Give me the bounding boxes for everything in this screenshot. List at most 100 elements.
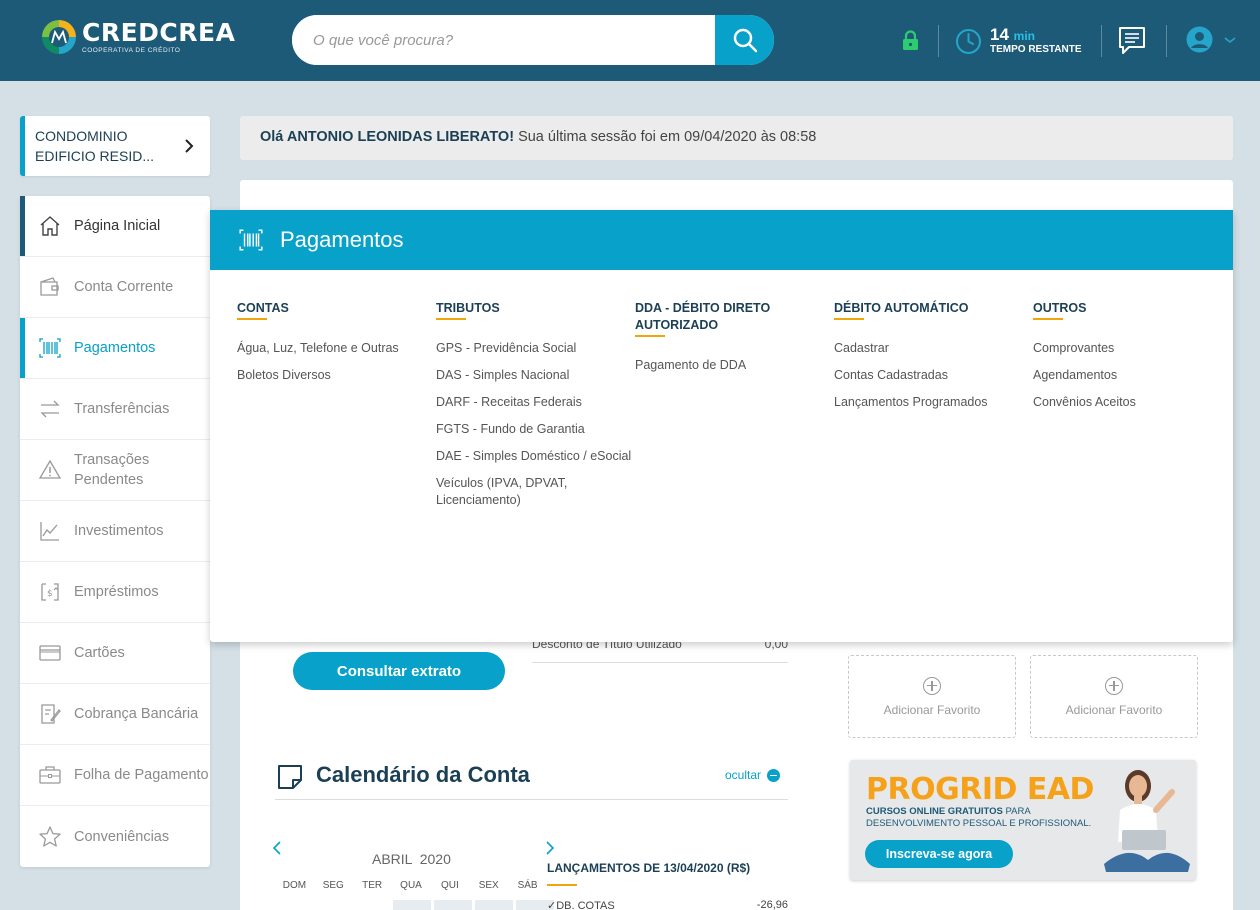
entries-title: LANÇAMENTOS DE 13/04/2020 (R$) bbox=[547, 861, 751, 875]
greeting-bar: Olá ANTONIO LEONIDAS LIBERATO! Sua últim… bbox=[240, 116, 1233, 160]
sidebar-item-transfers[interactable]: Transferências bbox=[20, 379, 210, 440]
entry-value: -26,96 bbox=[756, 899, 788, 910]
sidebar-item-checking-account[interactable]: Conta Corrente bbox=[20, 257, 210, 318]
messages-icon[interactable] bbox=[1117, 25, 1147, 61]
calendar-note-icon bbox=[278, 765, 302, 789]
menu-link[interactable]: Convênios Aceitos bbox=[1033, 394, 1233, 411]
menu-column-tributos: TRIBUTOS GPS - Previdência Social DAS - … bbox=[436, 300, 636, 519]
title-underline bbox=[635, 335, 665, 337]
entry-row: ✓DB. COTAS -26,96 bbox=[547, 899, 788, 910]
title-underline bbox=[834, 318, 864, 320]
column-title: TRIBUTOS bbox=[436, 301, 500, 315]
calendar-day-cell[interactable] bbox=[475, 900, 513, 910]
menu-link[interactable]: GPS - Previdência Social bbox=[436, 340, 636, 357]
menu-link[interactable]: Agendamentos bbox=[1033, 367, 1233, 384]
sidebar-item-pending-transactions[interactable]: Transações Pendentes bbox=[20, 440, 210, 501]
title-underline bbox=[1033, 318, 1063, 320]
sidebar-item-label: Empréstimos bbox=[74, 584, 159, 600]
session-timer: 14 min TEMPO RESTANTE bbox=[955, 26, 1082, 55]
loan-icon: $ bbox=[41, 583, 59, 601]
menu-link[interactable]: Veículos (IPVA, DPVAT, Licenciamento) bbox=[436, 475, 576, 509]
timer-unit: min bbox=[1013, 29, 1035, 43]
menu-link[interactable]: Lançamentos Programados bbox=[834, 394, 1034, 411]
warning-icon bbox=[38, 459, 62, 479]
chart-icon bbox=[40, 522, 59, 541]
menu-link[interactable]: Contas Cadastradas bbox=[834, 367, 1034, 384]
last-session-text: Sua última sessão foi em 09/04/2020 às 0… bbox=[514, 129, 817, 145]
next-month-button[interactable] bbox=[545, 840, 555, 861]
sidebar-item-label: Transações Pendentes bbox=[74, 452, 150, 488]
sidebar-item-label: Conveniências bbox=[74, 828, 170, 845]
search-button[interactable] bbox=[715, 15, 774, 65]
svg-text:$: $ bbox=[47, 589, 53, 599]
search-input[interactable] bbox=[292, 15, 715, 65]
brand-subtitle: COOPERATIVA DE CRÉDITO bbox=[82, 47, 181, 54]
user-menu[interactable] bbox=[1186, 26, 1237, 53]
banner-person-illustration bbox=[1104, 770, 1190, 872]
brand-logo[interactable]: CREDCREA COOPERATIVA DE CRÉDITO bbox=[42, 20, 235, 54]
add-favorite-label: Adicionar Favorito bbox=[883, 702, 981, 717]
logo-mark-icon bbox=[42, 20, 76, 54]
sidebar-item-payments[interactable]: Pagamentos bbox=[20, 318, 210, 379]
sidebar-item-label: Transferências bbox=[74, 401, 170, 417]
divider bbox=[275, 799, 788, 800]
menu-link[interactable]: Água, Luz, Telefone e Outras bbox=[237, 340, 437, 357]
lock-icon[interactable] bbox=[902, 30, 919, 56]
menu-link[interactable]: DAS - Simples Nacional bbox=[436, 367, 636, 384]
calendar-hide-toggle[interactable]: ocultar bbox=[725, 768, 781, 782]
sidebar-item-home[interactable]: Página Inicial bbox=[20, 196, 210, 257]
column-title: DDA - DÉBITO DIRETO AUTORIZADO bbox=[635, 301, 771, 332]
user-avatar-icon bbox=[1186, 26, 1213, 53]
menu-link[interactable]: DARF - Receitas Federais bbox=[436, 394, 636, 411]
banner-title: PROGRID EAD bbox=[866, 772, 1094, 807]
add-favorite-button[interactable]: Adicionar Favorito bbox=[848, 655, 1016, 738]
add-favorite-button[interactable]: Adicionar Favorito bbox=[1030, 655, 1198, 738]
calendar-weekdays: DOM SEG TER QUA QUI SEX SÁB bbox=[275, 880, 547, 891]
calendar-day-cell[interactable] bbox=[393, 900, 431, 910]
title-underline bbox=[436, 318, 466, 320]
calendar-hide-label: ocultar bbox=[725, 768, 762, 782]
menu-link[interactable]: Boletos Diversos bbox=[237, 367, 437, 384]
banner-subtitle: CURSOS ONLINE GRATUITOS PARA DESENVOLVIM… bbox=[866, 806, 1092, 829]
menu-link[interactable]: Pagamento de DDA bbox=[635, 357, 795, 374]
sidebar-item-cards[interactable]: Cartões bbox=[20, 623, 210, 684]
sidebar-item-loans[interactable]: $ Empréstimos bbox=[20, 562, 210, 623]
brand-name: CREDCREA bbox=[82, 18, 236, 47]
subscribe-button[interactable]: Inscreva-se agora bbox=[865, 840, 1013, 868]
menu-link[interactable]: FGTS - Fundo de Garantia bbox=[436, 421, 636, 438]
chevron-left-icon bbox=[272, 841, 281, 855]
sidebar-item-label: Investimentos bbox=[74, 523, 164, 539]
barcode-icon bbox=[239, 229, 263, 251]
weekday: DOM bbox=[282, 880, 307, 891]
menu-link[interactable]: Comprovantes bbox=[1033, 340, 1233, 357]
menu-column-debito-automatico: DÉBITO AUTOMÁTICO Cadastrar Contas Cadas… bbox=[834, 300, 1034, 421]
payments-mega-menu: Pagamentos CONTAS Água, Luz, Telefone e … bbox=[210, 210, 1233, 642]
minus-circle-icon bbox=[767, 768, 781, 782]
header-separator bbox=[1101, 25, 1102, 57]
menu-column-contas: CONTAS Água, Luz, Telefone e Outras Bole… bbox=[237, 300, 437, 394]
menu-column-outros: OUTROS Comprovantes Agendamentos Convêni… bbox=[1033, 300, 1233, 421]
weekday: SEX bbox=[478, 880, 499, 891]
plus-circle-icon bbox=[1105, 676, 1123, 695]
calendar-day-cell[interactable] bbox=[434, 900, 472, 910]
sidebar-item-conveniences[interactable]: Conveniências bbox=[20, 806, 210, 867]
sidebar-item-billing[interactable]: Cobrança Bancária bbox=[20, 684, 210, 745]
wallet-icon bbox=[40, 277, 59, 296]
menu-link[interactable]: DAE - Simples Doméstico / eSocial bbox=[436, 448, 636, 465]
account-selector[interactable]: CONDOMINIO EDIFICIO RESID... bbox=[20, 116, 210, 176]
star-icon bbox=[39, 825, 61, 847]
title-underline bbox=[547, 884, 577, 886]
timer-label: TEMPO RESTANTE bbox=[990, 44, 1082, 55]
sidebar-item-payroll[interactable]: Folha de Pagamento bbox=[20, 745, 210, 806]
sidebar-item-investments[interactable]: Investimentos bbox=[20, 501, 210, 562]
weekday: SEG bbox=[322, 880, 344, 891]
promo-banner[interactable]: PROGRID EAD CURSOS ONLINE GRATUITOS PARA… bbox=[850, 760, 1196, 880]
menu-link[interactable]: Cadastrar bbox=[834, 340, 1034, 357]
previous-month-button[interactable] bbox=[272, 840, 282, 861]
mega-menu-header: Pagamentos bbox=[210, 210, 1233, 270]
plus-circle-icon bbox=[923, 676, 941, 695]
consult-statement-button[interactable]: Consultar extrato bbox=[293, 652, 505, 690]
calendar-title: Calendário da Conta bbox=[316, 762, 530, 787]
billing-icon bbox=[41, 704, 61, 724]
add-favorite-label: Adicionar Favorito bbox=[1065, 702, 1163, 717]
